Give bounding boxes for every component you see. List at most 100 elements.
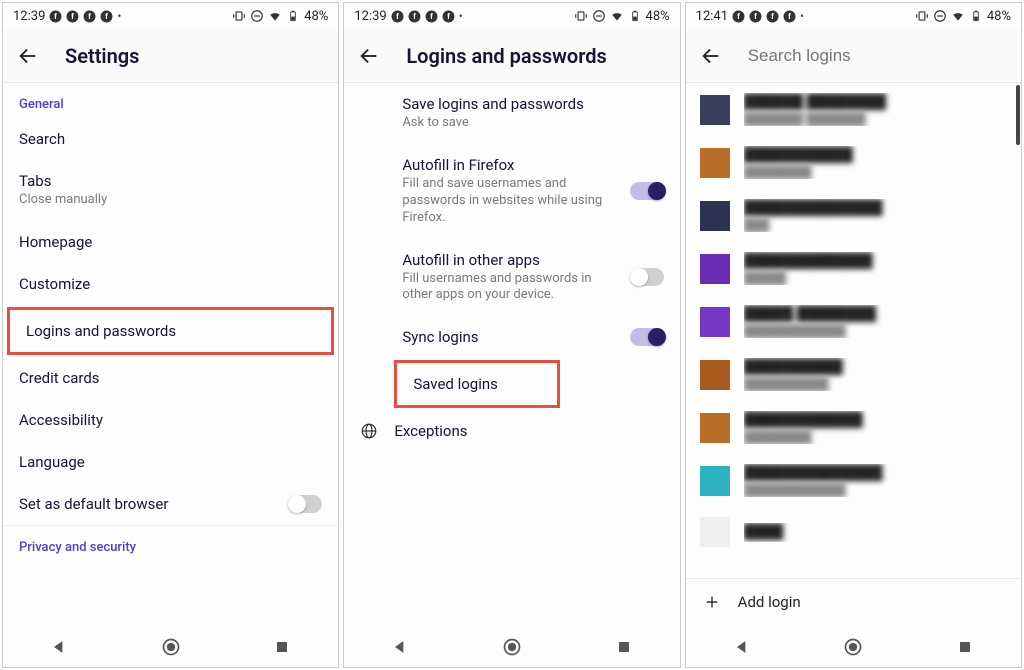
login-title: ████████████ [744, 411, 1007, 428]
login-item[interactable]: ████████████ ████████ [686, 401, 1021, 454]
settings-item-homepage[interactable]: Homepage [3, 221, 338, 263]
login-title: █████ ████████ [744, 305, 1007, 322]
settings-item-credit-cards[interactable]: Credit cards [3, 357, 338, 399]
svg-text:f: f [72, 12, 75, 21]
login-favicon [700, 517, 730, 547]
item-sync-logins[interactable]: Sync logins [386, 316, 679, 358]
nav-bar [686, 625, 1021, 667]
facebook-icon: f [732, 10, 745, 23]
phone-logins-settings: 12:39 f f f f • 48% Logins and passwords… [343, 2, 680, 668]
nav-recents-icon[interactable] [955, 637, 975, 657]
nav-recents-icon[interactable] [614, 637, 634, 657]
search-logins-input[interactable] [748, 46, 1007, 66]
login-list[interactable]: ██████ ████████ ███████ ███████ ████████… [686, 83, 1021, 578]
globe-icon [360, 422, 378, 440]
label: Homepage [19, 233, 322, 251]
back-icon[interactable] [358, 45, 380, 67]
status-bar: 12:39 f f f f • 48% [344, 3, 679, 29]
login-item[interactable]: ████ [686, 507, 1021, 557]
toggle-autofill-firefox[interactable] [630, 182, 664, 200]
saved-logins-content: ██████ ████████ ███████ ███████ ████████… [686, 83, 1021, 625]
login-title: ██████████████ [744, 199, 1007, 216]
settings-item-logins[interactable]: Logins and passwords [7, 307, 334, 355]
wifi-icon [951, 9, 965, 23]
facebook-icon: f [408, 10, 421, 23]
app-bar [686, 29, 1021, 83]
login-item[interactable]: ██████████ ██████████ [686, 348, 1021, 401]
status-time: 12:39 [13, 9, 45, 24]
toggle-autofill-other[interactable] [630, 268, 664, 286]
login-item[interactable]: ███████████ ████████ [686, 136, 1021, 189]
add-login-button[interactable]: Add login [686, 578, 1021, 625]
label: Exceptions [394, 422, 467, 440]
nav-home-icon[interactable] [161, 637, 181, 657]
login-subtitle: ████████████ [744, 324, 1007, 338]
login-item[interactable]: █████ ████████ ████████████ [686, 295, 1021, 348]
back-icon[interactable] [700, 45, 722, 67]
nav-bar [344, 625, 679, 667]
battery-percent: 48% [304, 9, 328, 24]
login-item[interactable]: █████████████ █████ [686, 242, 1021, 295]
label: Saved logins [413, 375, 540, 393]
item-save-logins[interactable]: Save logins and passwords Ask to save [386, 83, 679, 144]
settings-item-default-browser[interactable]: Set as default browser [3, 483, 338, 525]
label: Accessibility [19, 411, 322, 429]
svg-text:f: f [106, 12, 109, 21]
nav-back-icon[interactable] [732, 637, 752, 657]
login-subtitle: ████████ [744, 165, 1007, 179]
item-saved-logins[interactable]: Saved logins [394, 360, 559, 408]
login-subtitle: ███ [744, 218, 1007, 232]
plus-icon [704, 594, 720, 610]
app-bar: Logins and passwords [344, 29, 679, 83]
label: Sync logins [402, 328, 629, 346]
facebook-icon: f [783, 10, 796, 23]
back-icon[interactable] [17, 45, 39, 67]
phone-saved-logins: 12:41 f f f f • 48% ██████ ████████ ████… [685, 2, 1022, 668]
nav-home-icon[interactable] [843, 637, 863, 657]
dnd-icon [250, 9, 264, 23]
item-autofill-firefox[interactable]: Autofill in Firefox Fill and save userna… [386, 144, 679, 239]
settings-item-customize[interactable]: Customize [3, 263, 338, 305]
add-login-label: Add login [738, 593, 801, 611]
login-title: ██████████████ [744, 464, 1007, 481]
login-title: ██████████ [744, 358, 1007, 375]
item-autofill-other[interactable]: Autofill in other apps Fill usernames an… [386, 239, 679, 317]
settings-item-tabs[interactable]: Tabs Close manually [3, 160, 338, 221]
more-icon: • [800, 9, 804, 23]
nav-back-icon[interactable] [49, 637, 69, 657]
nav-home-icon[interactable] [502, 637, 522, 657]
label: Language [19, 453, 322, 471]
sublabel: Fill usernames and passwords in other ap… [402, 271, 617, 305]
settings-item-language[interactable]: Language [3, 441, 338, 483]
login-favicon [700, 466, 730, 496]
scroll-indicator[interactable] [1016, 85, 1020, 145]
settings-item-search[interactable]: Search [3, 118, 338, 160]
facebook-icon: f [83, 10, 96, 23]
nav-recents-icon[interactable] [272, 637, 292, 657]
svg-text:f: f [737, 12, 740, 21]
nav-back-icon[interactable] [390, 637, 410, 657]
svg-text:f: f [430, 12, 433, 21]
item-exceptions[interactable]: Exceptions [344, 410, 679, 452]
svg-text:f: f [89, 12, 92, 21]
wifi-icon [268, 9, 282, 23]
login-favicon [700, 95, 730, 125]
login-item[interactable]: ██████ ████████ ███████ ███████ [686, 83, 1021, 136]
toggle-default-browser[interactable] [288, 495, 322, 513]
label: Autofill in other apps [402, 251, 617, 269]
settings-item-accessibility[interactable]: Accessibility [3, 399, 338, 441]
label: Search [19, 130, 322, 148]
label: Autofill in Firefox [402, 156, 617, 174]
page-title: Settings [65, 44, 139, 68]
battery-icon [969, 9, 983, 23]
login-title: █████████████ [744, 252, 1007, 269]
toggle-sync-logins[interactable] [630, 328, 664, 346]
vibrate-icon [232, 9, 246, 23]
facebook-icon: f [100, 10, 113, 23]
login-item[interactable]: ██████████████ ████████████ [686, 454, 1021, 507]
label: Tabs [19, 172, 322, 190]
settings-content: General Search Tabs Close manually Homep… [3, 83, 338, 625]
sublabel: Ask to save [402, 115, 663, 132]
svg-text:f: f [754, 12, 757, 21]
login-item[interactable]: ██████████████ ███ [686, 189, 1021, 242]
